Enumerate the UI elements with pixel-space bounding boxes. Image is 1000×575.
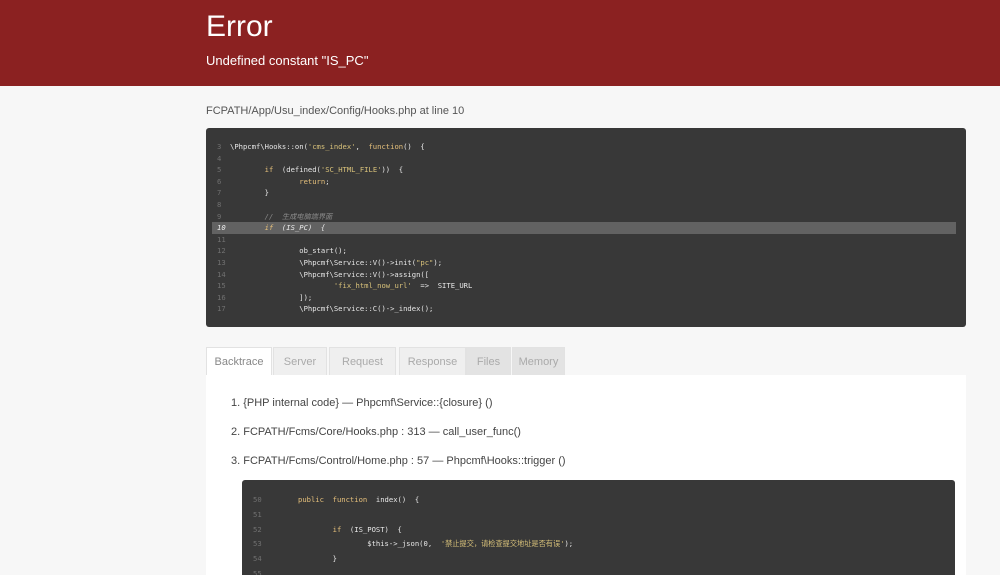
code-line: 16 ]); xyxy=(206,292,966,304)
line-number: 11 xyxy=(217,234,226,244)
error-title: Error xyxy=(206,10,273,43)
line-number: 52 xyxy=(253,524,262,534)
line-number: 14 xyxy=(217,269,226,279)
line-number: 3 xyxy=(217,142,222,151)
line-number: 6 xyxy=(217,176,222,186)
code-text: public function index() { xyxy=(298,495,420,504)
line-number: 54 xyxy=(253,554,262,564)
code-text: ob_start(); xyxy=(230,246,347,256)
code-text: \Phpcmf\Service::V()->init("pc"); xyxy=(230,258,443,267)
tab-memory[interactable]: Memory xyxy=(512,347,565,375)
code-line: 51 xyxy=(242,509,955,521)
error-header: Error Undefined constant "IS_PC" xyxy=(0,0,1000,86)
line-number: 13 xyxy=(217,258,226,267)
backtrace-item[interactable]: 3. FCPATH/Fcms/Control/Home.php : 57 — P… xyxy=(231,455,566,467)
code-text: \Phpcmf\Service::C()->_index(); xyxy=(230,304,434,314)
code-text: if (defined('SC_HTML_FILE')) { xyxy=(264,165,404,175)
code-line: 8 xyxy=(206,199,966,211)
code-line: 50 public function index() { xyxy=(242,494,955,506)
code-line: 52 if (IS_POST) { xyxy=(242,524,955,536)
line-number: 7 xyxy=(217,188,222,198)
code-line: 4 xyxy=(206,153,966,165)
code-line: 11 xyxy=(206,234,966,246)
line-number: 5 xyxy=(217,165,222,175)
code-text: \Phpcmf\Service::V()->assign([ xyxy=(230,269,430,279)
code-text: return; xyxy=(299,176,330,186)
tab-files[interactable]: Files xyxy=(466,347,511,375)
code-line: 5 if (defined('SC_HTML_FILE')) { xyxy=(206,164,966,176)
line-number: 50 xyxy=(253,495,262,504)
highlighted-code-line: 10 if (IS_PC) { xyxy=(212,222,956,234)
code-line: 54 } xyxy=(242,553,955,565)
tab-server[interactable]: Server xyxy=(273,347,327,375)
code-line: 13 \Phpcmf\Service::V()->init("pc"); xyxy=(206,257,966,269)
code-line: 17 \Phpcmf\Service::C()->_index(); xyxy=(206,303,966,315)
tab-request[interactable]: Request xyxy=(329,347,396,375)
code-line: 55 xyxy=(242,568,955,575)
code-line: 6 return; xyxy=(206,176,966,188)
source-code-block: 3 \Phpcmf\Hooks::on('cms_index', function… xyxy=(206,128,966,327)
source-path: FCPATH/App/Usu_index/Config/Hooks.php at… xyxy=(206,105,465,117)
line-number: 51 xyxy=(253,509,262,519)
line-number: 12 xyxy=(217,246,226,256)
code-text: ]); xyxy=(230,292,313,302)
code-line: 9 // 生成电脑端界面 xyxy=(206,211,966,223)
line-number: 9 xyxy=(217,211,222,221)
code-line: 14 \Phpcmf\Service::V()->assign([ xyxy=(206,269,966,281)
code-text: \Phpcmf\Hooks::on('cms_index', function(… xyxy=(230,142,425,151)
backtrace-code-block: 50 public function index() { 51 52 if (IS_P… xyxy=(242,480,955,575)
line-number: 8 xyxy=(217,200,222,209)
code-text: // 生成电脑端界面 xyxy=(264,211,333,221)
line-number: 4 xyxy=(217,153,222,163)
code-text: $this->_json(0, '禁止提交，请检查提交地址是否有误'); xyxy=(298,539,574,549)
code-line: 7 } xyxy=(206,187,966,199)
code-text: if (IS_PC) { xyxy=(264,223,326,233)
line-number: 10 xyxy=(217,223,226,233)
tab-response[interactable]: Response xyxy=(399,347,466,375)
code-text: } xyxy=(298,554,337,564)
line-number: 16 xyxy=(217,292,226,302)
line-number: 17 xyxy=(217,304,226,314)
line-number: 53 xyxy=(253,539,262,549)
code-line: 12 ob_start(); xyxy=(206,245,966,257)
code-text: 'fix_html_now_url' => SITE_URL xyxy=(333,281,473,291)
line-number: 15 xyxy=(217,281,226,291)
error-message: Undefined constant "IS_PC" xyxy=(206,53,369,68)
code-line: 15 'fix_html_now_url' => SITE_URL xyxy=(206,280,966,292)
code-text: if (IS_POST) { xyxy=(332,524,402,534)
code-line: 3 \Phpcmf\Hooks::on('cms_index', function… xyxy=(206,141,966,153)
backtrace-item[interactable]: 2. FCPATH/Fcms/Core/Hooks.php : 313 — ca… xyxy=(231,426,521,438)
line-number: 55 xyxy=(253,569,262,575)
tab-backtrace[interactable]: Backtrace xyxy=(206,347,272,375)
backtrace-item[interactable]: 1. {PHP internal code} — Phpcmf\Service:… xyxy=(231,397,492,409)
code-text: } xyxy=(230,188,269,198)
code-line: 53 $this->_json(0, '禁止提交，请检查提交地址是否有误'); xyxy=(242,538,955,550)
